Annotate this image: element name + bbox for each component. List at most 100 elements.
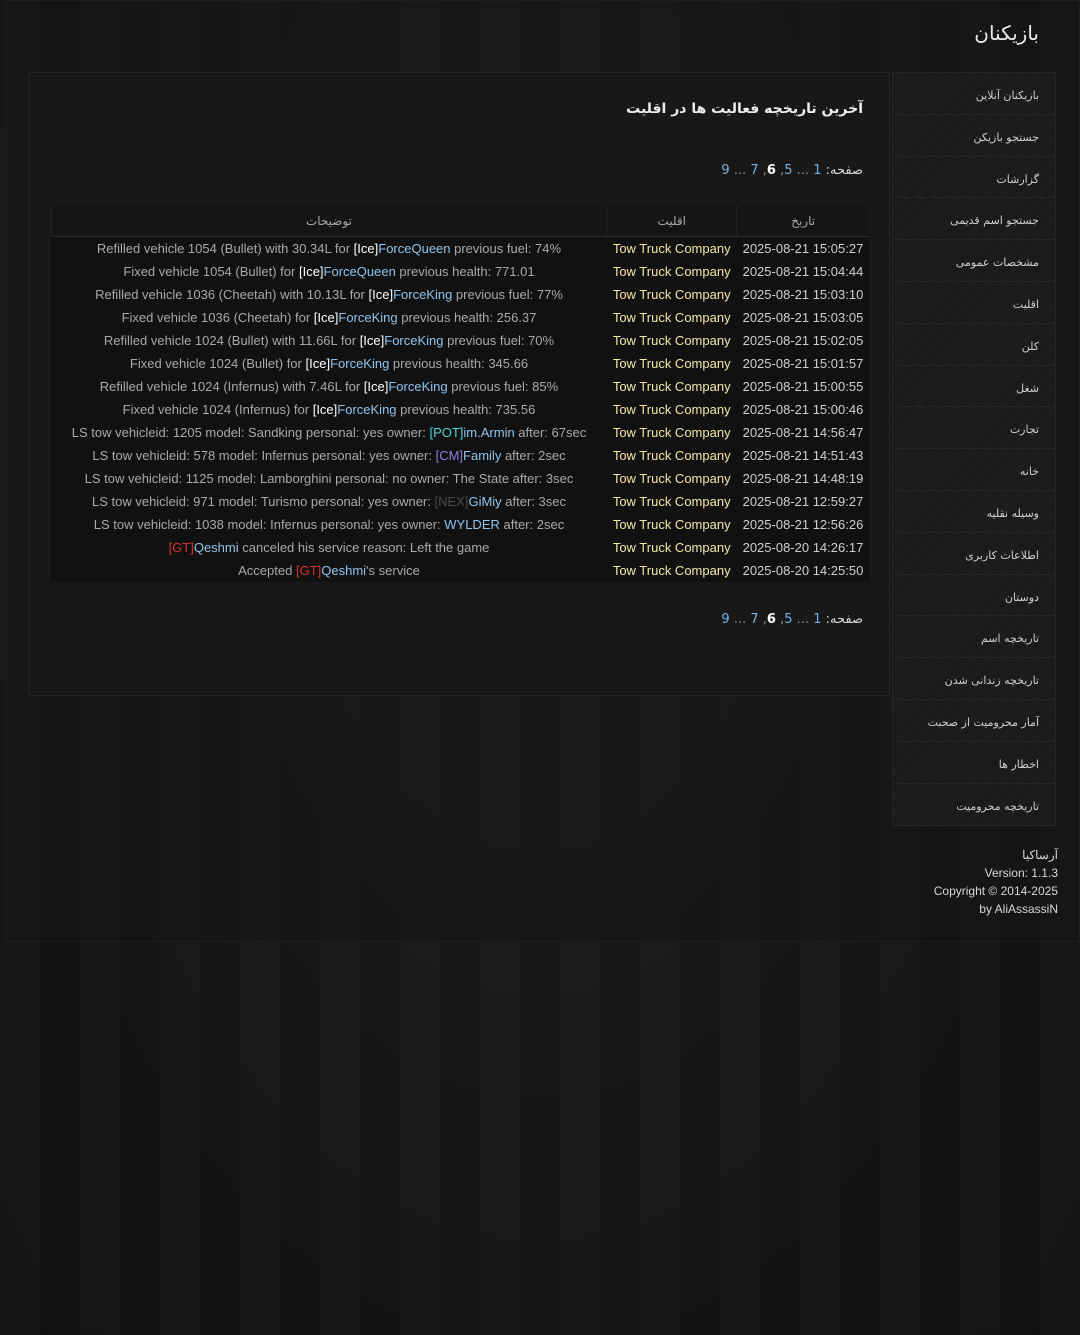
sidebar-item-job[interactable]: شغل bbox=[893, 365, 1055, 408]
table-body: Refilled vehicle 1054 (Bullet) with 30.3… bbox=[52, 237, 870, 583]
player-name-link[interactable]: ForceKing bbox=[330, 356, 389, 371]
player-tag: [CM] bbox=[435, 448, 464, 463]
table-row: Refilled vehicle 1036 (Cheetah) with 10.… bbox=[52, 283, 870, 306]
description-text: Refilled vehicle 1024 (Bullet) with 11.6… bbox=[103, 333, 360, 348]
sidebar-item-friends[interactable]: دوستان bbox=[893, 574, 1055, 617]
player-tag: [Ice] bbox=[368, 287, 394, 302]
table-row: Refilled vehicle 1054 (Bullet) with 30.3… bbox=[52, 237, 870, 261]
player-name-link[interactable]: Family bbox=[463, 448, 501, 463]
cell-date: 2025-08-21 15:00:46 bbox=[742, 402, 864, 417]
cell-description: Refilled vehicle 1024 (Infernus) with 7.… bbox=[52, 375, 607, 398]
page-link-7[interactable]: 7 bbox=[750, 163, 758, 178]
player-name-link[interactable]: ForceKing bbox=[388, 379, 447, 394]
footer-version: Version: 1.1.3 bbox=[984, 866, 1058, 880]
player-name-link[interactable]: Qeshmi bbox=[321, 563, 366, 578]
table-row: Refilled vehicle 1024 (Infernus) with 7.… bbox=[52, 375, 870, 398]
cell-faction: Tow Truck Company bbox=[612, 379, 731, 394]
player-name-link[interactable]: ForceKing bbox=[338, 310, 397, 325]
cell-faction: Tow Truck Company bbox=[612, 540, 731, 555]
description-text: previous health: 256.37 bbox=[397, 310, 537, 325]
pagination-bottom: صفحه: 1 ... 5, 6, 7 ... 9 bbox=[721, 612, 863, 627]
player-name-link[interactable]: ForceKing bbox=[337, 402, 396, 417]
cell-description: Fixed vehicle 1024 (Infernus) for [Ice]F… bbox=[52, 398, 607, 421]
page-link-9[interactable]: 9 bbox=[721, 163, 729, 178]
player-tag: [GT] bbox=[168, 540, 194, 555]
sidebar-item-ban-history[interactable]: تاریخچه محرومیت bbox=[893, 783, 1055, 826]
description-text: LS tow vehicleid: 1205 model: Sandking p… bbox=[71, 425, 430, 440]
table-row: Fixed vehicle 1054 (Bullet) for [Ice]For… bbox=[52, 260, 870, 283]
sidebar-item-jail-history[interactable]: تاریخچه زندانی شدن bbox=[893, 658, 1055, 700]
player-name-link[interactable]: ForceKing bbox=[393, 287, 452, 302]
table-row: [GT]Qeshmi canceled his service reason: … bbox=[52, 536, 870, 559]
description-text: previous health: 771.01 bbox=[395, 264, 535, 279]
cell-description: Fixed vehicle 1036 (Cheetah) for [Ice]Fo… bbox=[52, 306, 607, 329]
cell-faction: Tow Truck Company bbox=[612, 287, 731, 302]
table-row: Fixed vehicle 1036 (Cheetah) for [Ice]Fo… bbox=[52, 306, 870, 329]
player-tag: [Ice] bbox=[363, 379, 389, 394]
footer: آرساکیا Version: 1.1.3 Copyright © 2014-… bbox=[934, 846, 1058, 918]
player-name-link[interactable]: im.Armin bbox=[463, 425, 514, 440]
cell-description: LS tow vehicleid: 1038 model: Infernus p… bbox=[52, 513, 607, 536]
sidebar-item-business[interactable]: تجارت bbox=[893, 407, 1055, 450]
page-link-7[interactable]: 7 bbox=[750, 612, 758, 627]
description-text: after: 67sec bbox=[514, 425, 587, 440]
pagination-ellipsis: ... bbox=[796, 612, 810, 627]
column-header-faction: اقلیت bbox=[605, 205, 737, 237]
cell-faction: Tow Truck Company bbox=[612, 517, 731, 532]
footer-copyright: Copyright © 2014-2025 bbox=[933, 884, 1058, 898]
cell-description: Accepted [GT]Qeshmi's service bbox=[52, 559, 607, 582]
player-tag: [Ice] bbox=[359, 333, 385, 348]
cell-description: LS tow vehicleid: 1125 model: Lamborghin… bbox=[52, 467, 607, 490]
cell-faction: Tow Truck Company bbox=[612, 448, 731, 463]
page-title: بازیکنان bbox=[974, 21, 1039, 45]
pagination-ellipsis: ... bbox=[796, 163, 810, 178]
sidebar-item-search-player[interactable]: جستجو بازیکن bbox=[893, 114, 1055, 157]
description-text: after: 2sec bbox=[499, 517, 565, 532]
cell-faction: Tow Truck Company bbox=[612, 425, 731, 440]
sidebar-item-faction[interactable]: اقلیت bbox=[893, 281, 1055, 324]
cell-date: 2025-08-21 15:02:05 bbox=[742, 333, 864, 348]
pagination-top: صفحه: 1 ... 5, 6, 7 ... 9 bbox=[721, 163, 863, 178]
description-text: previous fuel: 70% bbox=[443, 333, 555, 348]
sidebar-item-warnings[interactable]: اخطار ها bbox=[893, 741, 1055, 784]
page-link-5[interactable]: 5 bbox=[784, 163, 792, 178]
player-name-link[interactable]: ForceKing bbox=[384, 333, 443, 348]
cell-description: Refilled vehicle 1054 (Bullet) with 30.3… bbox=[52, 237, 607, 261]
player-name-link[interactable]: WYLDER bbox=[444, 517, 500, 532]
cell-date: 2025-08-21 15:03:10 bbox=[742, 287, 864, 302]
cell-date: 2025-08-21 14:48:19 bbox=[742, 471, 864, 486]
sidebar-item-name-history[interactable]: تاریخچه اسم bbox=[893, 616, 1055, 659]
sidebar-item-search-old-name[interactable]: جستجو اسم قدیمی bbox=[893, 198, 1055, 241]
player-name-link[interactable]: ForceQueen bbox=[324, 264, 396, 279]
description-text: LS tow vehicleid: 1038 model: Infernus p… bbox=[93, 517, 445, 532]
cell-date: 2025-08-21 15:04:44 bbox=[742, 264, 864, 279]
sidebar-item-house[interactable]: خانه bbox=[893, 449, 1055, 491]
player-tag: [Ice] bbox=[298, 264, 324, 279]
description-text: Fixed vehicle 1024 (Infernus) for bbox=[122, 402, 313, 417]
cell-faction: Tow Truck Company bbox=[612, 333, 731, 348]
cell-faction: Tow Truck Company bbox=[612, 471, 731, 486]
page-link-1[interactable]: 1 bbox=[813, 163, 821, 178]
pagination-label: صفحه: bbox=[825, 612, 863, 627]
table-row: LS tow vehicleid: 578 model: Infernus pe… bbox=[52, 444, 870, 467]
sidebar-item-mute-stats[interactable]: آمار محرومیت از صحبت bbox=[893, 699, 1055, 742]
player-name-link[interactable]: Qeshmi bbox=[194, 540, 239, 555]
player-name-link[interactable]: ForceQueen bbox=[378, 241, 450, 256]
player-name-link[interactable]: GiMiy bbox=[468, 494, 501, 509]
page-link-9[interactable]: 9 bbox=[721, 612, 729, 627]
sidebar-item-clan[interactable]: کلن bbox=[893, 323, 1055, 366]
sidebar-item-reports[interactable]: گزارشات bbox=[893, 156, 1055, 199]
table-header-row: توضیحات اقلیت تاریخ bbox=[51, 205, 869, 237]
cell-date: 2025-08-21 12:59:27 bbox=[742, 494, 864, 509]
column-header-date: تاریخ bbox=[736, 205, 869, 237]
page-link-1[interactable]: 1 bbox=[813, 612, 821, 627]
description-text: Refilled vehicle 1036 (Cheetah) with 10.… bbox=[95, 287, 369, 302]
description-text: 's service bbox=[366, 563, 420, 578]
page-link-5[interactable]: 5 bbox=[784, 612, 792, 627]
sidebar-item-account-info[interactable]: اطلاعات کاربری bbox=[893, 532, 1055, 575]
cell-description: LS tow vehicleid: 1205 model: Sandking p… bbox=[52, 421, 607, 444]
sidebar-item-general-info[interactable]: مشخصات عمومی bbox=[893, 240, 1055, 282]
sidebar-item-vehicle[interactable]: وسیله نقلیه bbox=[893, 490, 1055, 533]
section-heading: آخرین تاریخچه فعالیت ها در اقلیت bbox=[626, 101, 863, 117]
sidebar-item-online-players[interactable]: بازیکنان آنلاین bbox=[893, 73, 1055, 115]
